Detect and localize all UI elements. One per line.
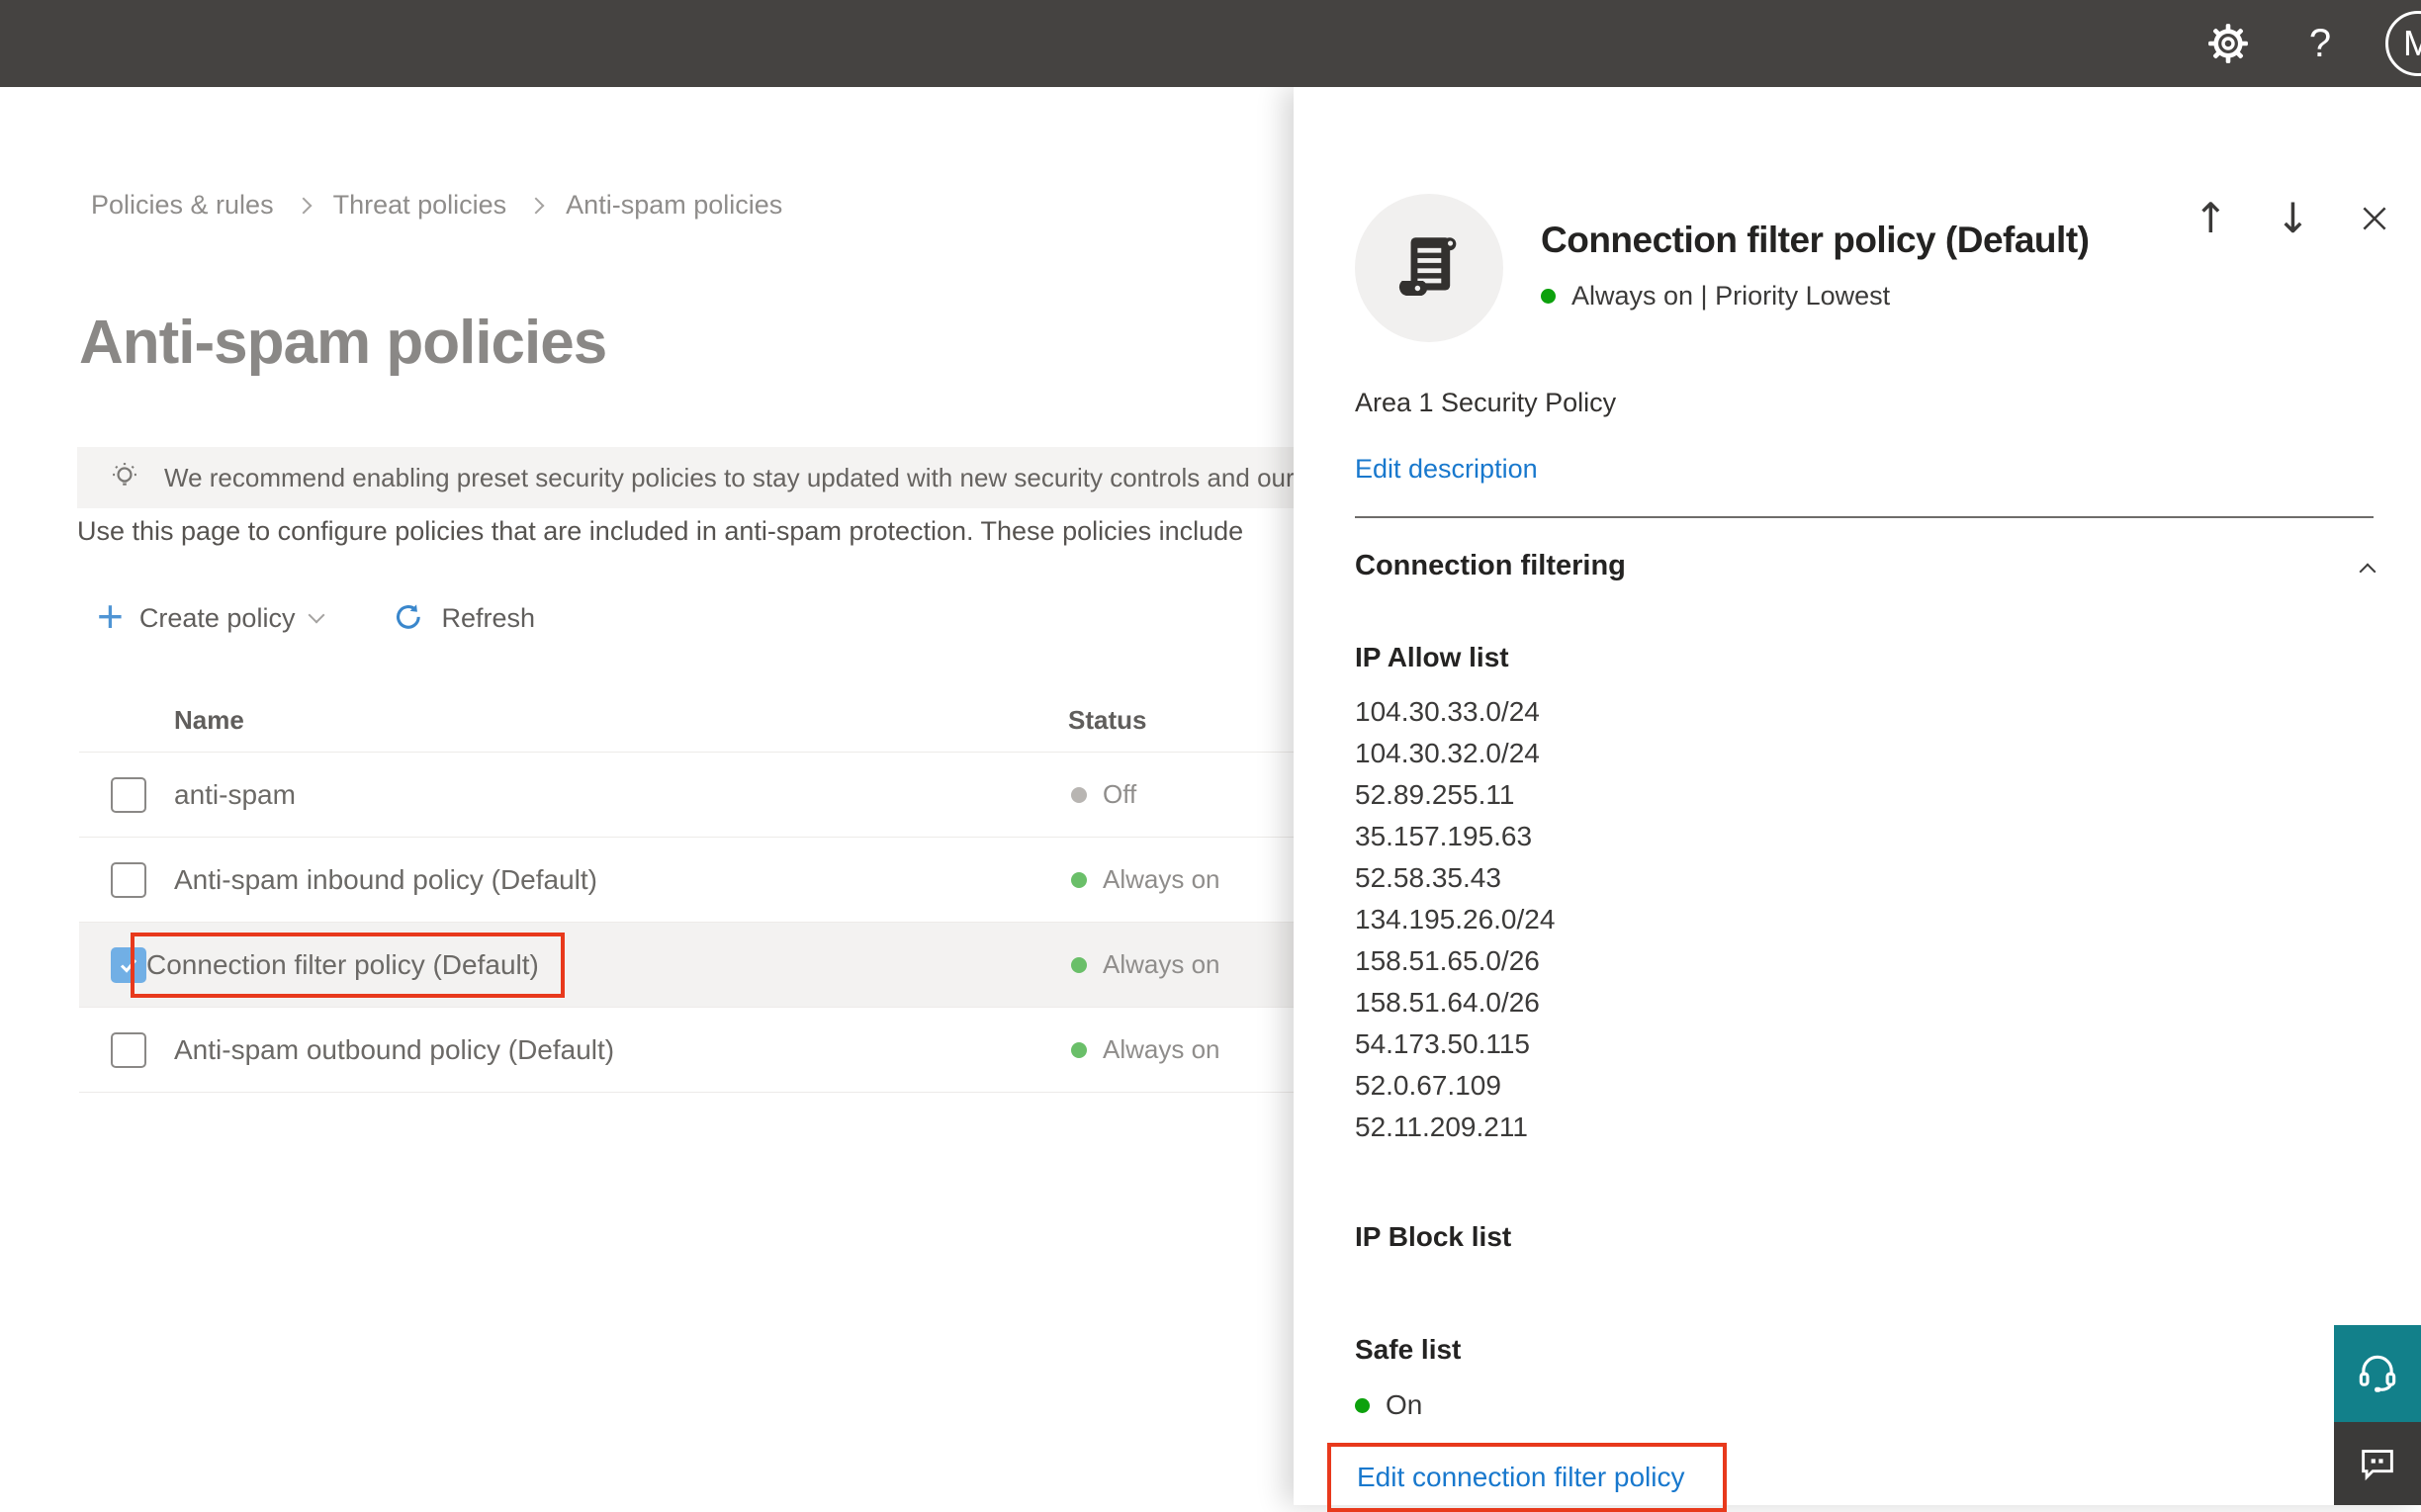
- status-dot-on: [1071, 956, 1087, 973]
- ip-allow-list: 104.30.33.0/24 104.30.32.0/24 52.89.255.…: [1355, 691, 2374, 1148]
- row-checkbox[interactable]: [111, 1031, 146, 1068]
- policy-scroll-icon: [1355, 194, 1503, 342]
- breadcrumb-anti-spam-policies[interactable]: Anti-spam policies: [566, 190, 782, 221]
- status-badge: Always on: [1071, 864, 1220, 895]
- flyout-status-label: Always on | Priority Lowest: [1571, 281, 1891, 311]
- refresh-button[interactable]: Refresh: [392, 601, 535, 635]
- ip-entry: 54.173.50.115: [1355, 1028, 1530, 1059]
- flyout-title: Connection filter policy (Default): [1541, 220, 2090, 260]
- create-policy-label: Create policy: [138, 602, 296, 633]
- status-label: Always on: [1103, 1034, 1220, 1064]
- headset-icon: [2353, 1349, 2402, 1398]
- close-icon[interactable]: [2358, 202, 2391, 235]
- status-dot-on: [1541, 289, 1556, 304]
- status-label: Off: [1103, 779, 1137, 809]
- account-avatar[interactable]: M: [2385, 11, 2421, 76]
- status-dot-on: [1355, 1397, 1370, 1413]
- policy-description: Area 1 Security Policy: [1355, 388, 1617, 417]
- flyout-status-line: Always on | Priority Lowest: [1541, 281, 2089, 311]
- policy-name[interactable]: Anti-spam inbound policy (Default): [174, 864, 597, 896]
- row-checkbox[interactable]: [111, 861, 146, 898]
- status-badge: Off: [1071, 779, 1136, 810]
- ip-entry: 104.30.33.0/24: [1355, 696, 1540, 727]
- ip-entry: 52.58.35.43: [1355, 862, 1501, 893]
- status-dot-off: [1071, 786, 1087, 803]
- breadcrumb-threat-policies[interactable]: Threat policies: [333, 190, 507, 221]
- row-checkbox[interactable]: [111, 776, 146, 813]
- lightbulb-icon: [107, 460, 142, 495]
- ip-allow-list-heading: IP Allow list: [1355, 642, 1509, 672]
- safe-list-status-label: On: [1386, 1389, 1423, 1420]
- chevron-up-icon[interactable]: [2359, 563, 2376, 579]
- create-policy-button[interactable]: + Create policy: [97, 593, 325, 639]
- ip-entry: 104.30.32.0/24: [1355, 738, 1540, 768]
- policy-details-flyout: ↑ ↓ Connection filter policy (Default) A…: [1294, 87, 2421, 1512]
- next-item-arrow-down-icon[interactable]: ↓: [2276, 198, 2310, 239]
- ip-entry: 158.51.64.0/26: [1355, 987, 1540, 1018]
- help-icon[interactable]: ?: [2298, 19, 2342, 68]
- status-dot-on: [1071, 871, 1087, 888]
- chat-feedback-icon: [2355, 1441, 2400, 1486]
- chevron-right-icon: [295, 197, 313, 214]
- feedback-button[interactable]: [2334, 1422, 2421, 1505]
- ip-entry: 52.0.67.109: [1355, 1070, 1501, 1101]
- settings-gear-icon[interactable]: [2203, 19, 2253, 68]
- status-label: Always on: [1103, 949, 1220, 979]
- policy-name[interactable]: Anti-spam outbound policy (Default): [174, 1034, 614, 1066]
- ip-entry: 52.89.255.11: [1355, 779, 1515, 810]
- ip-entry: 158.51.65.0/26: [1355, 945, 1540, 976]
- plus-icon: +: [97, 590, 124, 642]
- refresh-icon: [392, 601, 425, 635]
- chevron-right-icon: [527, 197, 545, 214]
- ip-entry: 134.195.26.0/24: [1355, 904, 1556, 934]
- connection-filtering-section-header[interactable]: Connection filtering: [1355, 550, 2376, 582]
- ip-entry: 35.157.195.63: [1355, 821, 1533, 851]
- safe-list-status: On: [1355, 1389, 2374, 1421]
- column-header-status[interactable]: Status: [1068, 705, 1146, 736]
- status-dot-on: [1071, 1041, 1087, 1058]
- section-title: Connection filtering: [1355, 550, 1626, 581]
- policy-name-highlighted[interactable]: Connection filter policy (Default): [131, 932, 565, 998]
- ip-entry: 52.11.209.211: [1355, 1112, 1528, 1142]
- support-button[interactable]: [2334, 1325, 2421, 1422]
- ip-block-list-heading: IP Block list: [1355, 1221, 1512, 1252]
- breadcrumb-policies-rules[interactable]: Policies & rules: [91, 190, 274, 221]
- refresh-label: Refresh: [441, 602, 535, 633]
- edit-connection-filter-policy-link[interactable]: Edit connection filter policy: [1357, 1462, 1685, 1492]
- banner-text: We recommend enabling preset security po…: [164, 462, 1409, 492]
- policy-name[interactable]: anti-spam: [174, 779, 296, 811]
- top-app-bar: ? M: [0, 0, 2421, 87]
- chevron-down-icon: [308, 606, 325, 624]
- status-badge: Always on: [1071, 949, 1220, 980]
- divider: [1355, 516, 2374, 518]
- column-header-name[interactable]: Name: [174, 705, 244, 736]
- edit-description-link[interactable]: Edit description: [1355, 454, 1538, 485]
- previous-item-arrow-up-icon[interactable]: ↑: [2194, 198, 2228, 239]
- status-label: Always on: [1103, 864, 1220, 894]
- status-badge: Always on: [1071, 1034, 1220, 1065]
- safe-list-heading: Safe list: [1355, 1334, 1462, 1365]
- highlight-box-edit-link: Edit connection filter policy: [1327, 1443, 1727, 1512]
- flyout-actions: ↑ ↓: [2194, 198, 2391, 239]
